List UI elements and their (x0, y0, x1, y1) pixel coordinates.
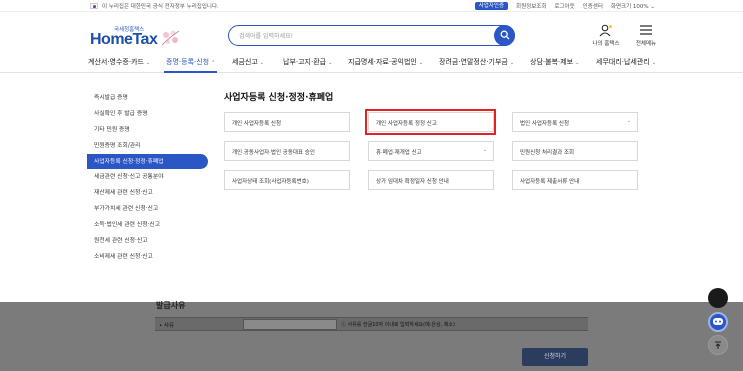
nav-label: 세금신고 (232, 58, 258, 66)
menu-card-label: 개인 사업자등록 신청 (232, 121, 282, 127)
business-cert-link[interactable]: 사업자인증 (474, 2, 509, 10)
reason-row: • 사유 ⓘ 사유를 한글10자 이내로 입력하세요(예:은상, 제소) (155, 317, 588, 331)
logout-link[interactable]: 로그아웃 (554, 2, 574, 10)
sidebar-item[interactable]: 원천세 관련 신청·신고 (87, 233, 208, 249)
search-button[interactable] (494, 24, 515, 46)
floating-button[interactable] (708, 288, 728, 308)
nav-label: 지급명세·자료·공익법인 (348, 58, 417, 66)
menu-card-label: 사업자상태 조회(사업자등록번호) (232, 179, 309, 185)
menu-card[interactable]: 개인 사업자등록 신청 (224, 112, 350, 132)
menu-card-label: 휴·폐업·재개업 신고 (376, 150, 422, 156)
scroll-top-button[interactable] (708, 335, 728, 355)
cert-center-link[interactable]: 인증센터 (583, 2, 603, 10)
menu-card-label: 사업자등록 제출서류 안내 (520, 179, 580, 185)
my-hometax-button[interactable]: 나의 홈택스 (591, 24, 621, 48)
panel-title: 사업자등록 신청·정정·휴폐업 (224, 93, 334, 103)
reason-input[interactable] (243, 319, 337, 330)
nav-item-tax-agent[interactable]: 세무대리·납세관리 ⌄ (596, 57, 656, 67)
menu-card[interactable]: 상가 임대차 확정일자 신청 안내 (368, 170, 494, 190)
nav-item-tax-return[interactable]: 세금신고 ⌄ (232, 57, 264, 67)
hometax-logo[interactable]: 국세청홈택스 HomeTax (90, 25, 185, 49)
top-notice-bar: 이 누리집은 대한민국 공식 전자정부 누리집입니다. 사업자인증 회원정보조회… (0, 0, 743, 12)
search-icon (500, 30, 509, 40)
nav-item-payment[interactable]: 납부·고지·환급 ⌄ (283, 57, 332, 67)
nav-label: 납부·고지·환급 (283, 58, 327, 66)
reason-hint-text: 사유를 한글10자 이내로 입력하세요(예:은상, 제소) (347, 322, 455, 328)
menu-card[interactable]: 사업자등록 제출서류 안내 (512, 170, 638, 190)
chevron-down-icon: ⌄ (575, 60, 580, 66)
menu-card-label: 법인 사업자등록 신청 (520, 121, 570, 127)
chevron-down-icon: ⌄ (145, 60, 151, 66)
info-icon: ⓘ (341, 322, 347, 328)
highlight-box (365, 109, 496, 135)
chatbot-icon (713, 318, 723, 325)
chevron-down-icon: ⌄ (259, 60, 264, 66)
nav-item-certificates[interactable]: 증명·등록·신청 ⌃ (166, 57, 215, 67)
menu-card-label: 상가 임대차 확정일자 신청 안내 (376, 179, 449, 185)
menu-card[interactable]: 휴·폐업·재개업 신고 ⌄ (368, 141, 494, 161)
sidebar-item[interactable]: 사실확인 후 발급 증명 (87, 106, 208, 122)
chevron-down-icon: ⌄ (328, 60, 333, 66)
zoom-label: 화면크기 (610, 4, 632, 10)
menu-card[interactable]: 사업자상태 조회(사업자등록번호) (224, 170, 350, 190)
nav-item-statements[interactable]: 지급명세·자료·공익법인 ⌄ (348, 57, 423, 67)
sidebar-item[interactable]: 재산제세 관련 신청·신고 (87, 185, 208, 201)
member-info-link[interactable]: 회원정보조회 (516, 2, 546, 10)
reason-label: • 사유 (159, 323, 175, 329)
nav-label: 상담·불복·제보 (530, 58, 574, 66)
top-links: 사업자인증 회원정보조회 로그아웃 인증센터 화면크기 100% ⌄ (474, 2, 655, 10)
menu-card[interactable]: 민원신청 처리결과 조회 (512, 141, 638, 161)
gov-notice-text: 이 누리집은 대한민국 공식 전자정부 누리집입니다. (102, 4, 219, 10)
logo-text: HomeTax (90, 31, 158, 48)
sidebar-item-business-registration[interactable]: 사업자등록 신청·정정·휴폐업 (87, 153, 208, 170)
nav-label: 계산서·영수증·카드 (88, 58, 144, 66)
user-icon (599, 24, 612, 37)
chevron-up-icon: ⌃ (211, 60, 216, 66)
nav-item-invoices[interactable]: 계산서·영수증·카드 ⌄ (88, 57, 150, 67)
menu-card[interactable]: 법인 사업자등록 신청 ⌄ (512, 112, 638, 132)
nav-item-consulting[interactable]: 상담·불복·제보 ⌄ (530, 57, 579, 67)
sidebar-item[interactable]: 소득·법인세 관련 신청·신고 (87, 217, 208, 233)
all-menu-label: 전체메뉴 (635, 41, 657, 47)
all-menu-button[interactable]: 전체메뉴 (631, 24, 661, 48)
sidebar-item[interactable]: 소비제세 관련 신청·신고 (87, 249, 208, 265)
search-bar[interactable]: 검색어를 입력하세요! (228, 24, 515, 46)
menu-card-label: 민원신청 처리결과 조회 (520, 150, 575, 156)
chatbot-button[interactable] (708, 312, 728, 332)
zoom-control[interactable]: 화면크기 100% ⌄ (611, 2, 655, 10)
cherry-blossom-icon (161, 30, 180, 46)
sidebar-item[interactable]: 기타 민원 증명 (87, 122, 208, 138)
zoom-value: 100% (632, 4, 649, 10)
apply-button[interactable]: 신청하기 (522, 348, 588, 366)
nav-label: 세무대리·납세관리 (596, 58, 650, 66)
nav-label: 증명·등록·신청 (166, 58, 210, 66)
nav-label: 장려금·연말정산·기부금 (439, 58, 508, 66)
my-hometax-label: 나의 홈택스 (592, 41, 620, 47)
dimmed-background-form: 발급사유 • 사유 ⓘ 사유를 한글10자 이내로 입력하세요(예:은상, 제소… (0, 301, 743, 371)
chevron-down-icon: ⌄ (651, 60, 656, 66)
hamburger-menu-icon (640, 25, 652, 35)
chevron-down-icon: ⌄ (509, 60, 515, 66)
main-nav: 계산서·영수증·카드 ⌄ 증명·등록·신청 ⌃ 세금신고 ⌄ 납부·고지·환급 ⌄ 지급… (0, 55, 743, 71)
sidebar-item[interactable]: 부가가치세 관련 신청·신고 (87, 201, 208, 217)
search-input[interactable]: 검색어를 입력하세요! (239, 31, 293, 40)
chevron-down-icon: ⌄ (418, 60, 424, 66)
gov-notice: 이 누리집은 대한민국 공식 전자정부 누리집입니다. (90, 2, 219, 10)
menu-card[interactable]: 개인 공동사업자·법인 공동대표 승인 (224, 141, 350, 161)
sidebar-item[interactable]: 즉시발급 증명 (87, 90, 208, 106)
sidebar-item[interactable]: 민원증명 조회/관리 (87, 138, 208, 154)
reason-hint: ⓘ 사유를 한글10자 이내로 입력하세요(예:은상, 제소) (341, 321, 455, 328)
submenu-sidebar: 즉시발급 증명 사실확인 후 발급 증명 기타 민원 증명 민원증명 조회/관리… (87, 90, 208, 265)
nav-item-incentives[interactable]: 장려금·연말정산·기부금 ⌄ (439, 57, 514, 67)
arrow-up-icon (715, 341, 721, 349)
sidebar-item[interactable]: 세금관련 신청·신고 공통분야 (87, 169, 208, 185)
chevron-down-icon: ⌄ (482, 147, 487, 153)
chevron-down-icon: ⌄ (626, 118, 631, 124)
korea-flag-icon (90, 3, 98, 9)
menu-card-label: 개인 공동사업자·법인 공동대표 승인 (232, 150, 315, 156)
chevron-down-icon: ⌄ (650, 4, 655, 10)
form-section-title: 발급사유 (156, 301, 186, 310)
